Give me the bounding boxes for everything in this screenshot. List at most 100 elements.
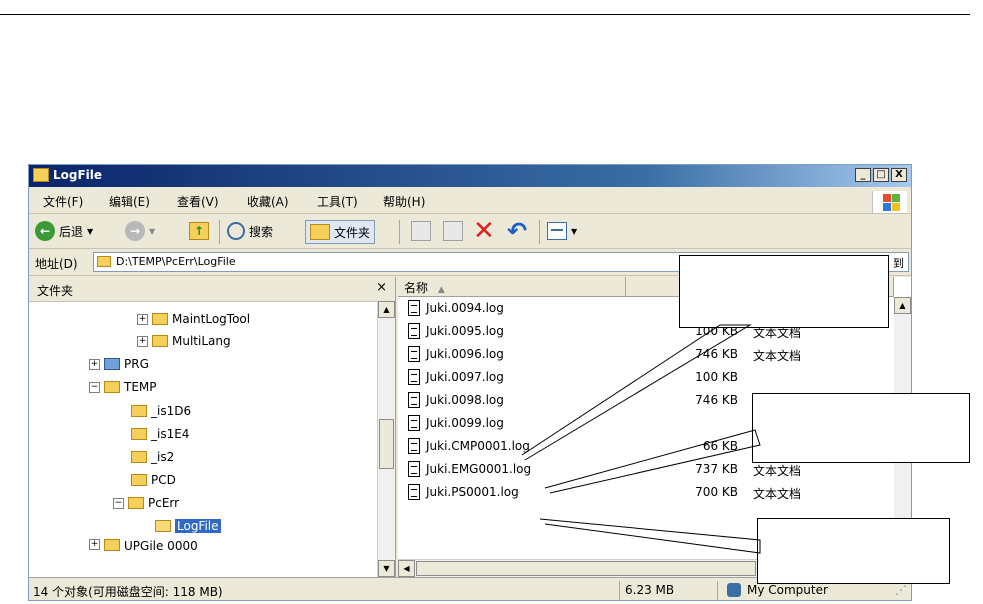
column-name-label: 名称 [404,281,429,295]
menu-help[interactable]: 帮助(H) [383,193,425,210]
status-location: My Computer [747,583,828,597]
tree-item-is2[interactable]: _is2 [131,447,174,467]
forward-dropdown-icon: ▼ [149,226,156,236]
collapse-icon[interactable]: − [113,497,124,509]
resize-grip-icon[interactable]: ⋰ [895,583,907,597]
file-size: 66 KB [702,439,738,453]
back-dropdown-icon: ▼ [87,226,94,236]
folders-label: 文件夹 [334,225,371,240]
file-type: 文本文档 [753,349,802,363]
tree-item-label: PCD [151,473,176,487]
scroll-thumb[interactable] [379,419,394,469]
back-button[interactable]: ← 后退 ▼ [35,220,93,242]
up-folder-icon: ↑ [189,222,209,240]
file-name: Juki.0094.log [426,301,504,315]
move-to-icon [411,221,431,241]
tree-item-partial[interactable]: + UPGile 0000 [89,539,198,551]
window-title: LogFile [53,168,103,182]
callout-box [752,393,970,463]
scroll-left-button[interactable]: ◀ [398,560,415,577]
folder-icon [152,313,168,325]
tree-item-label: PcErr [148,496,180,510]
text-file-icon [408,392,420,408]
tree-item-prg[interactable]: + PRG [89,354,149,374]
tree-item-label: UPGile 0000 [124,539,198,551]
search-button[interactable]: 搜索 [227,220,273,242]
expand-icon[interactable]: + [137,335,148,347]
search-label: 搜索 [249,224,274,239]
menu-favorites[interactable]: 收藏(A) [247,193,289,210]
search-icon [227,222,245,240]
scroll-up-button[interactable]: ▲ [378,301,395,318]
file-type: 文本文档 [753,464,802,478]
views-button[interactable]: ▼ [547,220,577,242]
tree-item-label: MultiLang [172,334,231,348]
computer-icon [727,583,741,597]
text-file-icon [408,369,420,385]
file-name: Juki.0096.log [426,347,504,361]
tree-item-is1e4[interactable]: _is1E4 [131,424,189,444]
menu-view[interactable]: 查看(V) [177,193,219,210]
scroll-down-button[interactable]: ▼ [378,560,395,577]
menu-file[interactable]: 文件(F) [43,193,83,210]
file-type: 文本文档 [753,487,802,501]
toolbar-separator [539,220,540,244]
tree-item-label: LogFile [175,519,221,533]
tree-item-maintlogtool[interactable]: + MaintLogTool [137,309,250,329]
folders-icon [310,224,330,240]
folder-icon [104,539,120,551]
expand-icon[interactable]: + [89,539,100,550]
tree-item-is1d6[interactable]: _is1D6 [131,401,191,421]
back-arrow-icon: ← [35,221,55,241]
menu-edit[interactable]: 编辑(E) [109,193,150,210]
status-size: 6.23 MB [625,583,675,597]
menu-tools[interactable]: 工具(T) [317,193,358,210]
file-size: 100 KB [695,370,738,384]
tree-item-logfile[interactable]: LogFile [155,516,221,536]
up-folder-button[interactable]: ↑ [189,220,209,242]
file-name: Juki.0095.log [426,324,504,338]
folders-scrollbar[interactable]: ▲ ▼ [377,301,395,577]
folder-icon [104,358,120,370]
title-bar[interactable]: LogFile _ □ X [29,165,911,187]
close-pane-button[interactable]: × [376,280,387,295]
address-path: D:\TEMP\PcErr\LogFile [116,255,236,268]
maximize-button[interactable]: □ [873,168,889,182]
delete-x-icon: ✕ [473,216,495,246]
go-button[interactable]: 到 [893,255,904,271]
column-name[interactable]: 名称 ▲ [398,277,626,297]
minimize-button[interactable]: _ [855,168,871,182]
tree-item-temp[interactable]: − TEMP [89,377,157,397]
copy-to-button[interactable] [443,220,463,242]
tree-item-label: TEMP [124,380,157,394]
expand-icon[interactable]: + [89,358,100,370]
tree-item-pcd[interactable]: PCD [131,470,176,490]
file-row[interactable]: Juki.0096.log 746 KB 文本文档 [398,344,898,366]
status-objects: 14 个对象(可用磁盘空间: 118 MB) [33,585,223,599]
undo-button[interactable]: ↶ [507,219,527,243]
back-label: 后退 [59,224,84,239]
move-to-button[interactable] [411,220,431,242]
tree-item-label: _is1D6 [151,404,192,418]
file-row[interactable]: Juki.0097.log 100 KB [398,367,898,389]
callout-box [679,255,889,328]
delete-button[interactable]: ✕ [473,216,495,246]
expand-icon[interactable]: + [137,313,148,325]
views-dropdown-icon: ▼ [571,226,578,236]
folders-pane-header: 文件夹 × [29,277,395,302]
folders-button[interactable]: 文件夹 [305,220,376,244]
tree-item-multilang[interactable]: + MultiLang [137,331,231,351]
forward-button[interactable]: → ▼ [125,220,155,242]
text-file-icon [408,438,420,454]
file-size: 737 KB [695,462,738,476]
close-button[interactable]: X [891,168,907,182]
file-row[interactable]: Juki.PS0001.log 700 KB 文本文档 [398,482,898,504]
tree-item-pcerr[interactable]: − PcErr [113,493,179,513]
scroll-up-button[interactable]: ▲ [894,297,911,314]
collapse-icon[interactable]: − [89,381,100,393]
scroll-thumb[interactable] [416,561,756,576]
file-name: Juki.CMP0001.log [426,439,530,453]
folder-icon [104,381,120,393]
status-divider [619,581,620,600]
file-size: 746 KB [695,393,738,407]
